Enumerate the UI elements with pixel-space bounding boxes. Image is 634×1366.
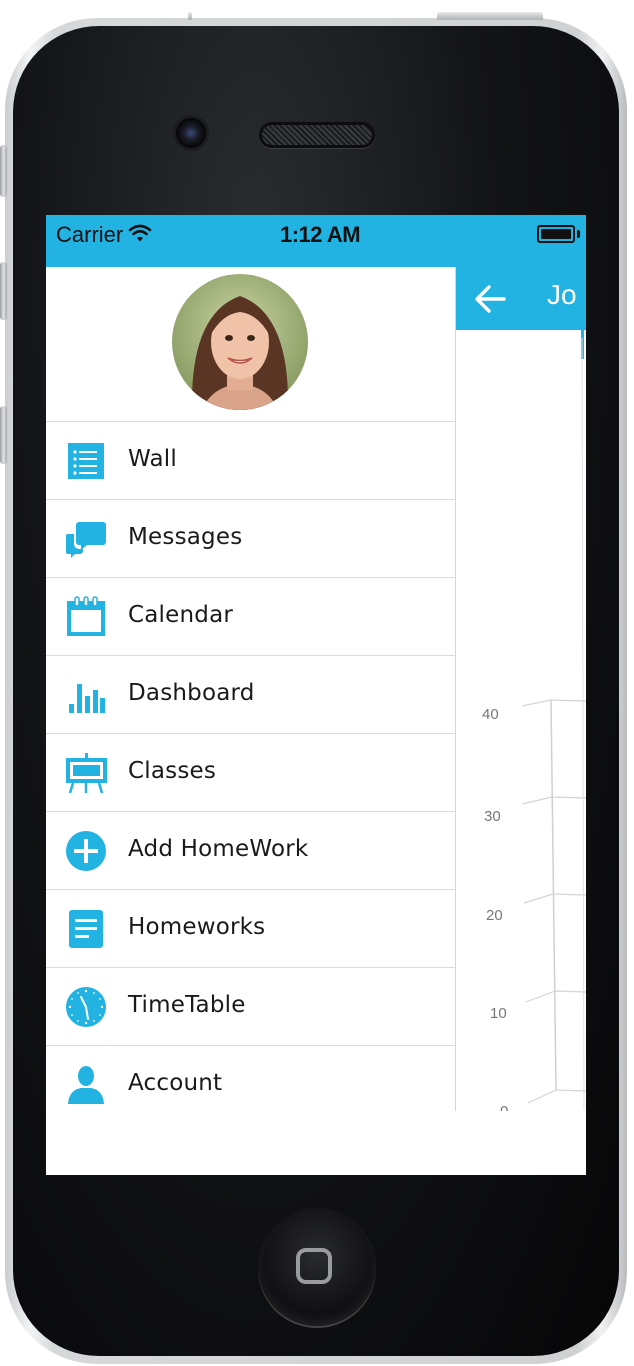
menu-item-label: Calendar — [128, 602, 234, 628]
chart-tick-label: 40 — [482, 706, 499, 723]
home-square-icon — [296, 1248, 332, 1284]
earpiece-speaker — [259, 122, 375, 148]
carrier-label: Carrier — [56, 222, 124, 247]
menu-item-classes[interactable]: Classes — [46, 734, 456, 812]
battery-icon — [537, 225, 575, 243]
menu-item-label: Dashboard — [128, 680, 255, 706]
menu-item-add-homework[interactable]: Add HomeWork — [46, 812, 456, 890]
drawer-profile-header — [46, 267, 456, 422]
chart-tick-label: 30 — [484, 808, 501, 825]
mute-switch — [0, 145, 7, 197]
bar-chart-icon — [69, 684, 105, 713]
screen-bottom-area — [46, 1111, 586, 1175]
front-camera — [176, 118, 206, 148]
phone-screen: Carrier 1:12 AM Jo 40 30 20 10 Wall Mess… — [46, 215, 586, 1175]
power-button — [437, 12, 543, 20]
user-icon — [68, 1066, 104, 1104]
plus-circle-icon — [66, 831, 106, 871]
menu-item-homeworks[interactable]: Homeworks — [46, 890, 456, 968]
menu-item-wall[interactable]: Wall — [46, 422, 456, 500]
status-bar: Carrier 1:12 AM — [46, 215, 586, 267]
home-button[interactable] — [258, 1208, 376, 1326]
app-title: Jo — [547, 279, 577, 310]
app-header: Jo — [456, 267, 586, 330]
back-arrow-icon[interactable] — [472, 281, 508, 317]
clock-icon — [66, 987, 106, 1027]
volume-down-button — [0, 406, 7, 464]
document-icon — [69, 910, 103, 948]
chart-tick-label: 20 — [486, 907, 503, 924]
menu-item-label: TimeTable — [128, 992, 246, 1018]
chart-tick-label: 10 — [490, 1005, 507, 1022]
volume-up-button — [0, 262, 7, 320]
menu-item-label: Account — [128, 1070, 223, 1096]
chart-area: 40 30 20 10 0 — [456, 330, 586, 1120]
phone-top-notch-left — [188, 12, 192, 20]
battery-tip — [577, 230, 580, 238]
wifi-icon — [128, 224, 152, 242]
navigation-drawer: Wall Messages Calendar Dashboard Classes… — [46, 267, 456, 1111]
menu-item-dashboard[interactable]: Dashboard — [46, 656, 456, 734]
avatar[interactable] — [172, 274, 308, 410]
menu-item-label: Add HomeWork — [128, 836, 309, 862]
menu-item-calendar[interactable]: Calendar — [46, 578, 456, 656]
easel-board-icon — [66, 753, 107, 794]
calendar-icon — [67, 596, 105, 636]
status-time: 1:12 AM — [280, 222, 361, 247]
chat-bubbles-icon — [66, 522, 106, 558]
menu-item-label: Messages — [128, 524, 243, 550]
menu-item-label: Homeworks — [128, 914, 266, 940]
chart-axis-svg — [521, 337, 586, 1110]
menu-item-timetable[interactable]: TimeTable — [46, 968, 456, 1046]
menu-item-label: Wall — [128, 446, 177, 472]
list-icon — [68, 443, 104, 479]
menu-item-label: Classes — [128, 758, 217, 784]
menu-item-messages[interactable]: Messages — [46, 500, 456, 578]
